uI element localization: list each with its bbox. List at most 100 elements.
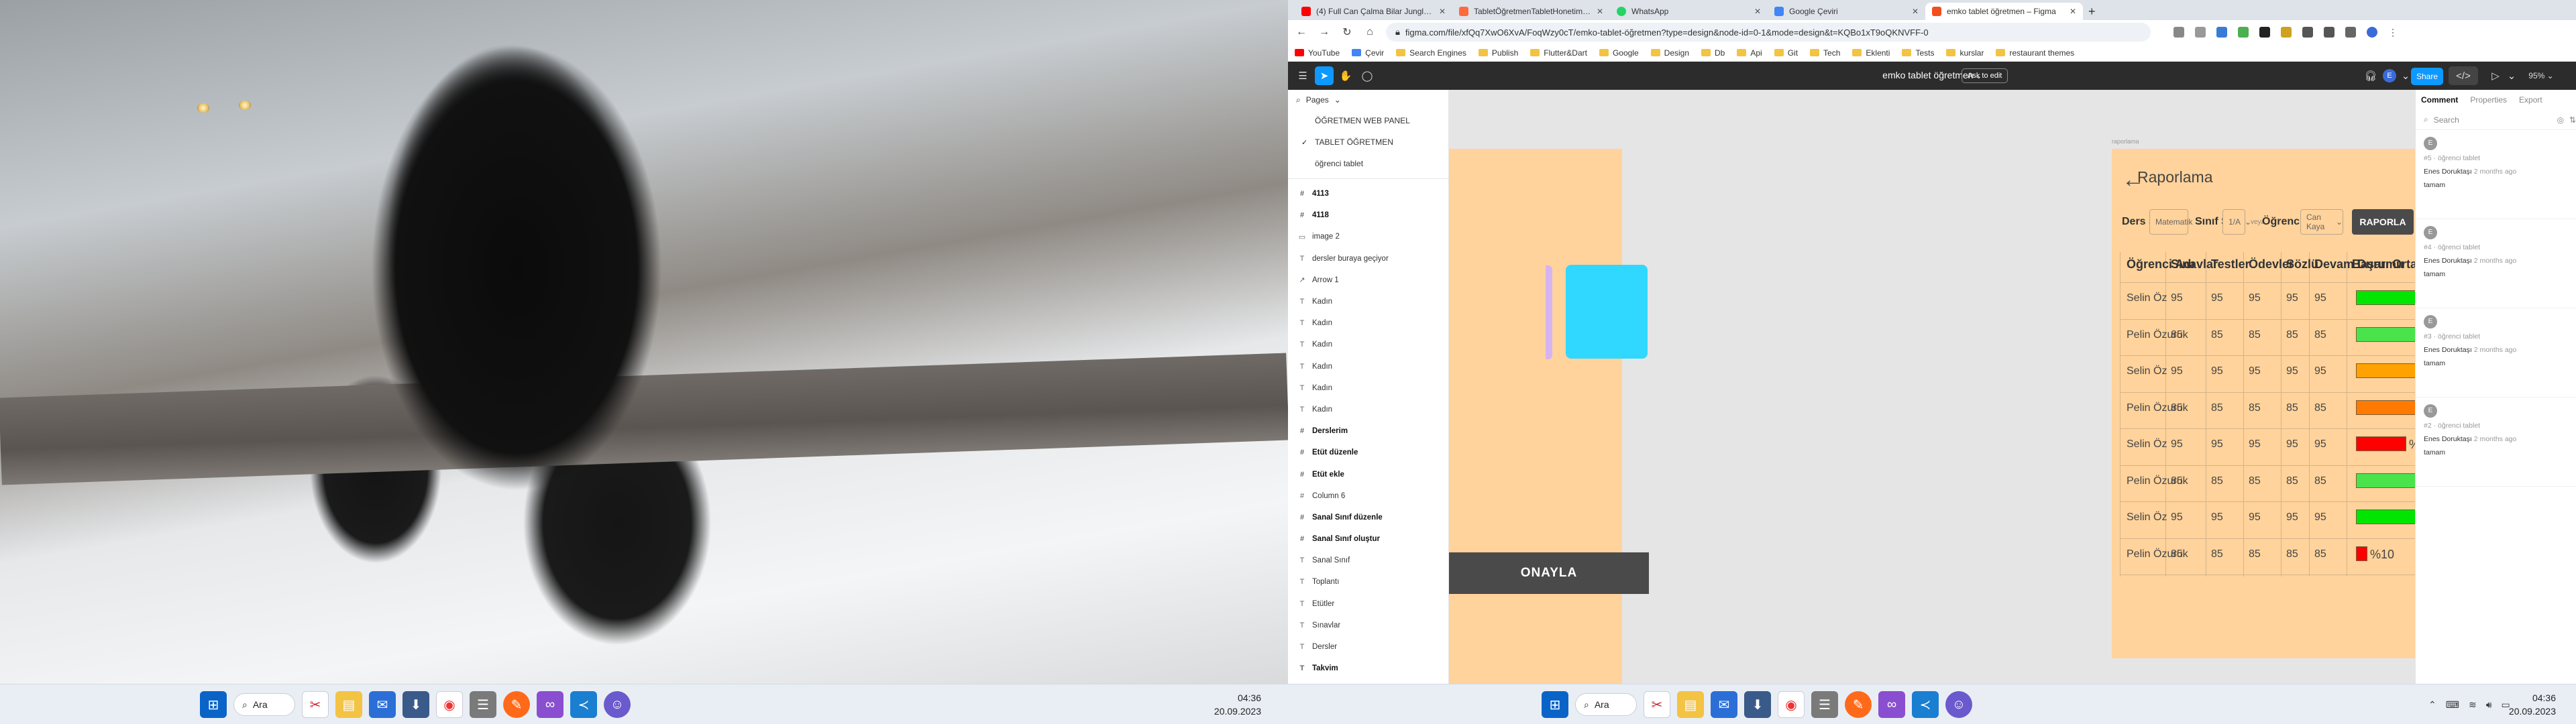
discord-icon[interactable]: ☺: [604, 691, 631, 718]
browser-tab[interactable]: Google Çeviri ✕: [1768, 3, 1925, 20]
layer-item[interactable]: T Kadın: [1288, 291, 1448, 312]
sidebar-icon[interactable]: [2345, 27, 2356, 38]
layer-item[interactable]: T Etütler: [1288, 593, 1448, 615]
back-icon[interactable]: ←: [1295, 26, 1308, 38]
layer-item[interactable]: ↗ Arrow 1: [1288, 269, 1448, 291]
browser-tab-active[interactable]: emko tablet öğretmen – Figma ✕: [1925, 3, 2083, 20]
browser-tab[interactable]: WhatsApp ✕: [1610, 3, 1768, 20]
tab-comment[interactable]: Comment: [2421, 95, 2458, 105]
tab-export[interactable]: Export: [2519, 95, 2542, 105]
snipping-tool-icon[interactable]: ✂: [302, 691, 329, 718]
layer-item[interactable]: # Sanal Sınıf düzenle: [1288, 507, 1448, 528]
bookmark-folder[interactable]: Tests: [1902, 48, 1934, 58]
download-icon[interactable]: ⬇: [1744, 691, 1771, 718]
url-bar[interactable]: 🔒︎ figma.com/file/xfQq7XwO6XvA/FoqWzy0cT/…: [1386, 23, 2151, 42]
chevron-down-icon[interactable]: ⌄: [2502, 66, 2521, 85]
ask-to-edit-button[interactable]: Ask to edit: [1962, 68, 2008, 83]
layer-item[interactable]: T Kadın: [1288, 312, 1448, 334]
bookmark-folder[interactable]: Design: [1650, 48, 1689, 58]
close-icon[interactable]: ✕: [1439, 7, 1446, 16]
database-icon[interactable]: ☰: [1811, 691, 1838, 718]
zoom-level[interactable]: 95% ⌄: [2522, 66, 2560, 85]
bookmark-folder[interactable]: Publish: [1478, 48, 1518, 58]
bookmark-item[interactable]: YouTube: [1295, 48, 1340, 58]
reload-icon[interactable]: ↻: [1340, 25, 1354, 39]
puzzle-icon[interactable]: [2302, 27, 2313, 38]
comment-search[interactable]: ⌕ Search ◎ ⇅: [2416, 110, 2576, 130]
taskbar-clock-right[interactable]: 04:36 20.09.2023: [2509, 691, 2556, 718]
extension-blue-icon[interactable]: [2216, 27, 2227, 38]
layer-item[interactable]: # Etüt düzenle: [1288, 442, 1448, 463]
page-item[interactable]: öğrenci tablet: [1288, 153, 1448, 174]
browser-tab[interactable]: TabletÖğretmenTabletHonetimi | ... ✕: [1452, 3, 1610, 20]
close-icon[interactable]: ✕: [2070, 7, 2076, 16]
layer-item[interactable]: T Kadın: [1288, 334, 1448, 355]
layer-item[interactable]: #4118: [1288, 204, 1448, 226]
bookmark-star-icon[interactable]: [2195, 27, 2206, 38]
bookmark-folder[interactable]: Google: [1599, 48, 1639, 58]
close-icon[interactable]: ✕: [1597, 7, 1603, 16]
resolve-icon[interactable]: ◎: [2557, 115, 2563, 125]
layer-item[interactable]: # Sanal Sınıf oluştur: [1288, 528, 1448, 550]
download-icon[interactable]: ⬇: [402, 691, 429, 718]
vscode-icon[interactable]: ≺: [570, 691, 597, 718]
ogrenci-dropdown[interactable]: Can Kaya ⌄: [2300, 209, 2343, 235]
database-icon[interactable]: ☰: [470, 691, 496, 718]
keyboard-icon[interactable]: ⌨: [2446, 699, 2459, 711]
windows-start-icon[interactable]: ⊞: [1542, 691, 1568, 718]
mail-icon[interactable]: ✉: [1711, 691, 1737, 718]
extension-green-icon[interactable]: [2238, 27, 2249, 38]
layer-item[interactable]: T Kadın: [1288, 356, 1448, 377]
layer-item[interactable]: T Kadın: [1288, 399, 1448, 420]
chrome-icon[interactable]: ◉: [1778, 691, 1805, 718]
share-icon[interactable]: [2174, 27, 2184, 38]
visual-studio-icon[interactable]: ∞: [537, 691, 564, 718]
chrome-icon[interactable]: ◉: [436, 691, 463, 718]
extension-dark-icon[interactable]: [2259, 27, 2270, 38]
bookmark-folder[interactable]: Db: [1701, 48, 1725, 58]
postman-icon[interactable]: ✎: [503, 691, 530, 718]
search-input[interactable]: Search: [2434, 115, 2552, 125]
visual-studio-icon[interactable]: ∞: [1878, 691, 1905, 718]
taskbar-clock-left[interactable]: 04:36 20.09.2023: [1214, 691, 1261, 718]
layer-item[interactable]: # Etüt ekle: [1288, 463, 1448, 485]
tab-properties[interactable]: Properties: [2470, 95, 2507, 105]
layer-item[interactable]: Tdersler buraya geçiyor: [1288, 248, 1448, 269]
ders-dropdown[interactable]: Matematik ⌄: [2149, 209, 2203, 235]
kebab-menu-icon[interactable]: ⋮: [2388, 27, 2399, 38]
layer-item[interactable]: T Toplantı: [1288, 571, 1448, 593]
wifi-icon[interactable]: ≋: [2469, 699, 2477, 711]
page-item-active[interactable]: ✓ TABLET ÖĞRETMEN: [1288, 131, 1448, 153]
bookmark-folder[interactable]: Api: [1737, 48, 1762, 58]
postman-icon[interactable]: ✎: [1845, 691, 1872, 718]
profile-avatar-icon[interactable]: [2367, 27, 2377, 38]
comment-item[interactable]: E #4 · öğrenci tablet Enes Doruktaşı 2 mon…: [2416, 219, 2576, 308]
card-cyan[interactable]: [1566, 265, 1648, 359]
vscode-icon[interactable]: ≺: [1912, 691, 1939, 718]
media-icon[interactable]: [2324, 27, 2334, 38]
layer-item[interactable]: # Derslerim: [1288, 420, 1448, 442]
snipping-tool-icon[interactable]: ✂: [1644, 691, 1670, 718]
bookmark-folder[interactable]: restaurant themes: [1996, 48, 2074, 58]
bookmark-item[interactable]: Çevir: [1352, 48, 1384, 58]
share-button[interactable]: Share: [2411, 68, 2443, 85]
layer-item[interactable]: #4113: [1288, 183, 1448, 204]
bookmark-folder[interactable]: Search Engines: [1396, 48, 1466, 58]
layer-item[interactable]: T Sınavlar: [1288, 615, 1448, 636]
bookmark-folder[interactable]: Flutter&Dart: [1530, 48, 1587, 58]
headphones-icon[interactable]: 🎧︎: [2361, 66, 2380, 85]
volume-icon[interactable]: 🔊︎: [2486, 699, 2492, 711]
card-violet[interactable]: [1546, 265, 1552, 359]
close-icon[interactable]: ✕: [1754, 7, 1761, 16]
layer-item[interactable]: T Dersler: [1288, 636, 1448, 658]
layer-item[interactable]: # Column 6: [1288, 485, 1448, 507]
onayla-button[interactable]: ONAYLA: [1449, 552, 1649, 594]
dev-mode-toggle-icon[interactable]: </>: [2449, 66, 2478, 85]
browser-tab[interactable]: (4) Full Can Çalma Bilar Jungle Ince... ✕: [1295, 3, 1452, 20]
comment-item[interactable]: E #5 · öğrenci tablet Enes Doruktaşı 2 mon…: [2416, 130, 2576, 219]
close-icon[interactable]: ✕: [1912, 7, 1919, 16]
extension-yellow-icon[interactable]: [2281, 27, 2292, 38]
taskbar-search[interactable]: ⌕ Ara: [233, 693, 295, 716]
discord-icon[interactable]: ☺: [1945, 691, 1972, 718]
bookmark-folder[interactable]: Eklenti: [1852, 48, 1890, 58]
